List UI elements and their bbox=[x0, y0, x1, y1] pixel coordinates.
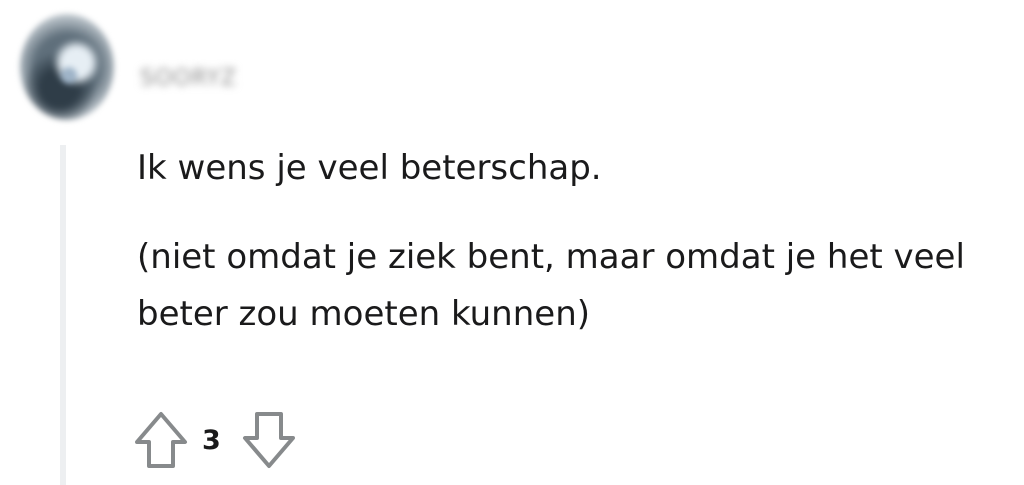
comment-author[interactable]: SOORYZ bbox=[140, 64, 274, 94]
comment-paragraph-1: Ik wens je veel beterschap. bbox=[137, 148, 602, 188]
comment: SOORYZ Ik wens je veel beterschap. (niet… bbox=[0, 0, 1024, 485]
comment-body: Ik wens je veel beterschap. (niet omdat … bbox=[137, 140, 1017, 375]
vote-score: 3 bbox=[202, 424, 221, 456]
avatar[interactable] bbox=[20, 14, 114, 120]
thread-line[interactable] bbox=[60, 145, 66, 485]
upvote-button[interactable] bbox=[132, 410, 190, 470]
upvote-arrow-icon bbox=[135, 412, 187, 468]
downvote-button[interactable] bbox=[240, 410, 298, 470]
comment-paragraph-2: (niet omdat je ziek bent, maar omdat je … bbox=[137, 237, 965, 334]
comment-actions: 3 bbox=[132, 410, 298, 470]
downvote-arrow-icon bbox=[243, 412, 295, 468]
